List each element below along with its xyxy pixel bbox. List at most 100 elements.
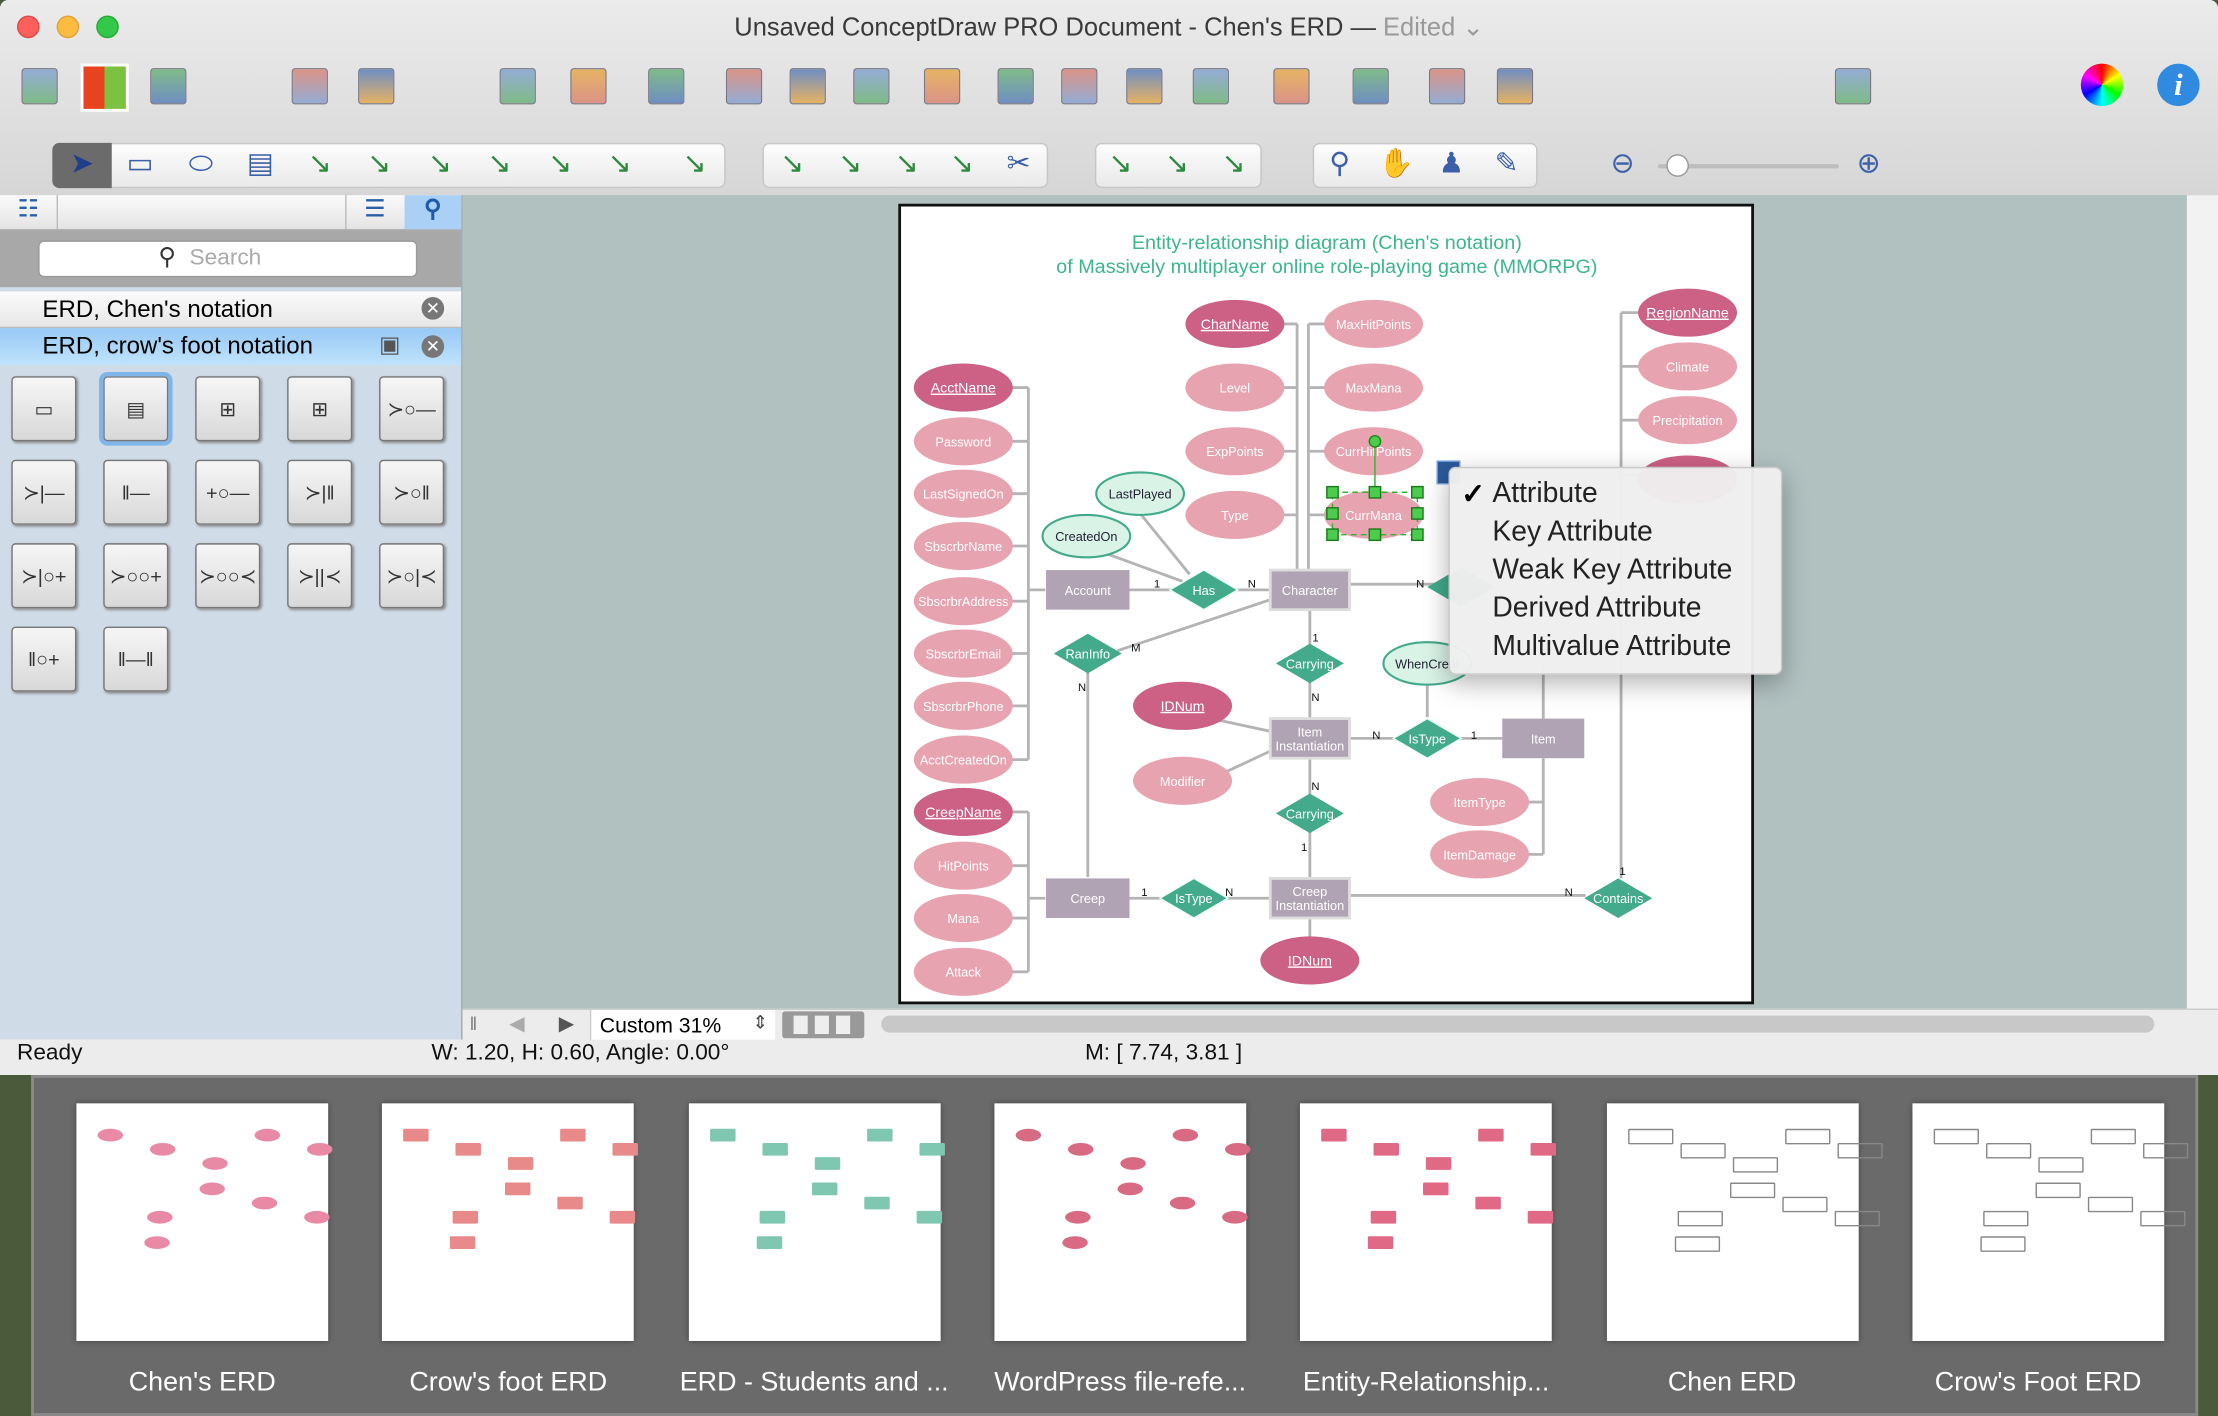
bring-front-icon[interactable]	[725, 68, 763, 105]
snap-icon[interactable]: ↘	[1101, 146, 1141, 183]
one-one-connector[interactable]: ‖—‖	[103, 626, 169, 692]
zero-many-one-many-connector[interactable]: ≻○|≺	[379, 543, 445, 609]
pause-icon[interactable]: ‖	[470, 1013, 478, 1034]
connector-orthogonal-icon[interactable]: ↘	[480, 146, 520, 183]
insert-picture-icon[interactable]: ↘	[675, 146, 715, 183]
close-library-icon[interactable]: ✕	[421, 297, 445, 320]
zoom-magnifier-icon[interactable]: ⚲	[1320, 146, 1360, 183]
group-edit-icon[interactable]: ↘	[1157, 146, 1197, 183]
template-thumbnail-label[interactable]: WordPress file-refe...	[967, 1368, 1273, 1399]
shape-fill-icon[interactable]	[923, 68, 961, 105]
template-thumbnail-label[interactable]: ERD - Students and ...	[661, 1368, 967, 1399]
arc-tool-icon[interactable]: ↘	[830, 146, 870, 183]
close-library-icon[interactable]: ✕	[421, 335, 445, 358]
library-search-input[interactable]: ⚲ Search	[38, 240, 418, 278]
entity-attribute-shape[interactable]: ⊞	[195, 376, 261, 442]
polyline-tool-icon[interactable]: ↘	[942, 146, 982, 183]
line-tool-icon[interactable]: ↘	[772, 146, 812, 183]
zoom-select[interactable]: Custom 31% ⇕	[589, 1009, 776, 1042]
template-thumbnail[interactable]	[1300, 1103, 1557, 1341]
connector-elbow-icon[interactable]	[997, 68, 1034, 105]
list-view-icon[interactable]: ☰	[345, 195, 403, 230]
connector-arc-icon[interactable]: ↘	[359, 146, 399, 183]
zoom-slider-handle[interactable]	[1666, 154, 1689, 177]
edited-status[interactable]: Edited	[1383, 13, 1455, 41]
grid-icon[interactable]	[1428, 68, 1466, 105]
resize-handle[interactable]	[1326, 485, 1339, 499]
scissors-icon[interactable]: ✂	[999, 146, 1039, 183]
zero-one-connector[interactable]: +○—	[195, 459, 261, 525]
zoom-out-icon[interactable]: ⊖	[1603, 146, 1643, 183]
stamp-icon[interactable]: ♟	[1432, 146, 1472, 183]
resize-handle[interactable]	[1411, 528, 1424, 542]
one-many-one-many-connector[interactable]: ≻||≺	[287, 543, 353, 609]
page-view-buttons[interactable]	[782, 1011, 865, 1039]
distribute-icon[interactable]	[648, 68, 685, 105]
bring-forward-icon[interactable]	[853, 68, 890, 105]
template-thumbnail[interactable]	[76, 1103, 333, 1341]
menu-item-multivalue-attribute[interactable]: Multivalue Attribute	[1450, 628, 1781, 666]
one-connector[interactable]: ‖—	[103, 459, 169, 525]
template-thumbnail[interactable]	[382, 1103, 639, 1341]
rectangle-tool-icon[interactable]: ▭	[120, 146, 160, 183]
resize-handle[interactable]	[1411, 485, 1424, 499]
connector-direct-icon[interactable]: ↘	[300, 146, 340, 183]
menu-item-key-attribute[interactable]: Key Attribute	[1450, 513, 1781, 551]
zoom-in-icon[interactable]: ⊕	[1849, 146, 1889, 183]
resize-handle[interactable]	[1368, 528, 1382, 542]
library-item-chens-notation[interactable]: ERD, Chen's notation ✕	[0, 291, 462, 329]
template-thumbnail-label[interactable]: Entity-Relationship...	[1273, 1368, 1579, 1399]
resize-handle[interactable]	[1326, 528, 1339, 542]
group-icon[interactable]	[358, 68, 395, 105]
bezier-tool-icon[interactable]: ↘	[887, 146, 927, 183]
org-chart-icon[interactable]	[1273, 68, 1310, 105]
next-page-icon[interactable]: ▶	[559, 1011, 574, 1035]
library-grid-icon[interactable]	[21, 68, 58, 105]
text-block-icon[interactable]: ▤	[240, 146, 280, 183]
entity-shape[interactable]: ▭	[11, 376, 77, 442]
one-many-connector[interactable]: ≻|—	[11, 459, 77, 525]
hierarchy-icon[interactable]	[1192, 68, 1229, 105]
connector-bezier-icon[interactable]: ↘	[420, 146, 460, 183]
zero-many-zero-one-connector[interactable]: ≻○○+	[103, 543, 169, 609]
library-item-crows-foot-notation[interactable]: ERD, crow's foot notation ▣ ✕	[0, 328, 462, 365]
template-thumbnail-label[interactable]: Crow's Foot ERD	[1885, 1368, 2191, 1399]
template-thumbnail-label[interactable]: Crow's foot ERD	[355, 1368, 661, 1399]
connector-direct-icon[interactable]	[1061, 68, 1098, 105]
save-library-icon[interactable]: ▣	[379, 331, 400, 359]
vertical-scrollbar[interactable]	[2186, 195, 2218, 1009]
resize-handle[interactable]	[1326, 507, 1339, 520]
entity-key-shape[interactable]: ⊞	[287, 376, 353, 442]
one-zero-one-connector[interactable]: ‖○+	[11, 626, 77, 692]
horizontal-scrollbar[interactable]	[881, 1015, 2155, 1033]
pointer-icon[interactable]: ➤	[62, 146, 102, 183]
tree-view-icon[interactable]: ☷	[0, 195, 58, 230]
template-thumbnail-label[interactable]: Chen's ERD	[50, 1368, 356, 1399]
save-disk-icon[interactable]	[150, 68, 187, 105]
one-many-zero-one-connector[interactable]: ≻|○+	[11, 543, 77, 609]
one-many-one-connector[interactable]: ≻|‖	[287, 459, 353, 525]
eyedropper-icon[interactable]: ✎	[1487, 146, 1527, 183]
connect-tree-icon[interactable]	[291, 68, 328, 105]
ellipse-tool-icon[interactable]: ⬭	[181, 146, 221, 183]
resize-handle[interactable]	[1411, 507, 1424, 520]
zero-many-one-connector[interactable]: ≻○‖	[379, 459, 445, 525]
menu-item-derived-attribute[interactable]: Derived Attribute	[1450, 590, 1781, 628]
color-wheel-icon[interactable]	[2080, 63, 2124, 107]
resize-handle[interactable]	[1368, 485, 1382, 499]
page-icon[interactable]	[1352, 68, 1389, 105]
info-icon[interactable]: i	[2157, 63, 2200, 107]
rotate-arrows-icon[interactable]	[1496, 68, 1534, 105]
color-palette-icon[interactable]	[80, 63, 129, 112]
hand-pan-icon[interactable]: ✋	[1376, 146, 1416, 183]
zero-many-connector[interactable]: ≻○—	[379, 376, 445, 442]
menu-item-attribute[interactable]: ✓ Attribute	[1450, 475, 1781, 513]
connector-round-icon[interactable]: ↘	[600, 146, 640, 183]
menu-item-weak-key-attribute[interactable]: Weak Key Attribute	[1450, 552, 1781, 590]
ungroup-icon[interactable]: ↘	[1214, 146, 1254, 183]
template-thumbnail-label[interactable]: Chen ERD	[1579, 1368, 1885, 1399]
search-tab-icon[interactable]: ⚲	[404, 195, 462, 230]
previous-page-icon[interactable]: ◀	[509, 1011, 524, 1035]
template-thumbnail[interactable]	[994, 1103, 1251, 1341]
stepper-icon[interactable]: ⇕	[753, 1011, 768, 1034]
